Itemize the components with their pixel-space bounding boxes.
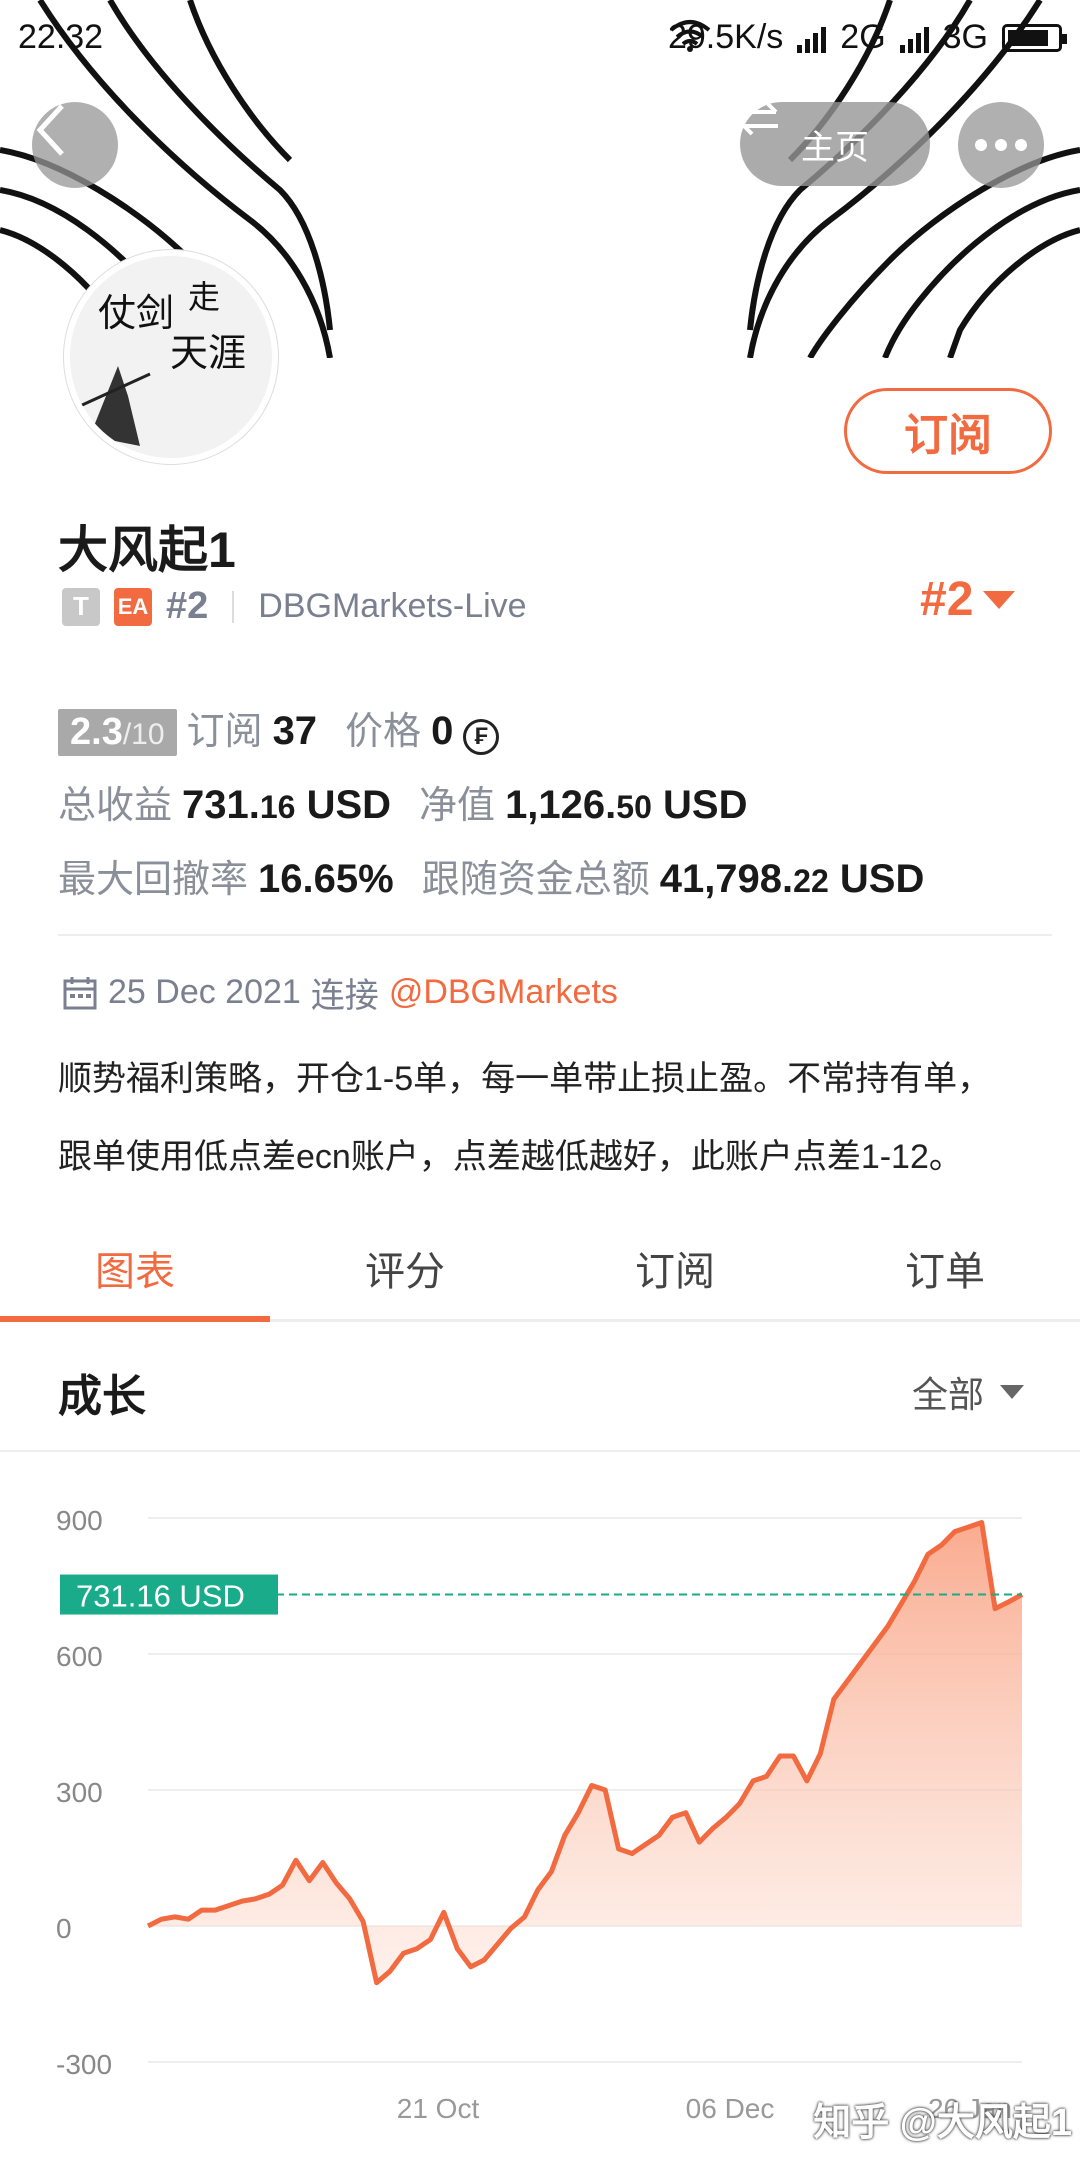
y-tick-label: 600 (56, 1641, 103, 1672)
divider (58, 934, 1052, 936)
swap-arrows-icon (742, 102, 778, 136)
rank-big-label: #2 (920, 573, 974, 626)
total-profit-label: 总收益 (58, 785, 173, 827)
coin-icon: ₣ (463, 719, 500, 755)
back-chevron-icon (36, 104, 64, 156)
range-label: 全部 (911, 1374, 984, 1415)
drawdown-value: 16.65% (258, 857, 394, 901)
growth-chart-svg: 9006003000-300731.16 USD21 Oct 06 Dec 26 J… (56, 1505, 1024, 2124)
equity-value: 1,126.50 USD (505, 783, 748, 827)
home-button[interactable]: 主页 (740, 102, 930, 186)
network-2g: 2G (840, 18, 886, 56)
calendar-icon (63, 976, 97, 1009)
caret-down-icon (983, 590, 1016, 609)
price-value: 0 (431, 709, 454, 753)
current-value-label: 731.16 USD (76, 1579, 245, 1614)
subs-label: 订阅 (186, 711, 263, 753)
svg-text:天涯: 天涯 (170, 331, 246, 375)
divider (232, 590, 235, 623)
signal-icon-2 (899, 23, 929, 53)
equity-label: 净值 (419, 785, 496, 827)
y-tick-label: 900 (56, 1505, 103, 1536)
broker-mention-link[interactable]: @DBGMarkets (389, 973, 618, 1012)
more-dots-icon (975, 139, 987, 151)
wifi-icon (669, 20, 711, 52)
network-3g: 3G (942, 18, 988, 56)
connection-label: 连接 (310, 977, 379, 1015)
status-bar: 22:32 29.5K/s 2G 3G (0, 0, 1080, 72)
tab-rating[interactable]: 评分 (270, 1216, 540, 1319)
tag-ea-badge: EA (114, 587, 152, 626)
stats-row-2: 总收益 731.16 USD 净值 1,126.50 USD (58, 774, 747, 829)
status-icons: 29.5K/s 2G 3G (668, 18, 1067, 57)
y-tick-label: 300 (56, 1777, 103, 1808)
more-button[interactable] (958, 102, 1044, 188)
rank-small: #2 (166, 585, 209, 627)
y-tick-label: -300 (56, 2049, 112, 2080)
watermark: 知乎 @大风起1 (813, 2102, 1072, 2144)
follow-value: 41,798.22 USD (659, 857, 925, 901)
x-tick-label: 21 Oct (397, 2093, 480, 2124)
description-line: 顺势福利策略，开仓1-5单，每一单带止损止盈。不常持有单， (58, 1060, 992, 1098)
x-tick-label: 06 Dec (686, 2093, 775, 2124)
avatar[interactable]: 仗剑 走 天涯 (64, 250, 278, 464)
strategy-description: 顺势福利策略，开仓1-5单，每一单带止损止盈。不常持有单， 跟单使用低点差ecn… (58, 1040, 1048, 1196)
subs-value: 37 (272, 709, 318, 753)
tag-t-badge: T (62, 587, 100, 626)
avatar-image: 仗剑 走 天涯 (70, 256, 272, 458)
section-title: 成长 (58, 1372, 146, 1421)
svg-text:仗剑: 仗剑 (98, 291, 174, 335)
home-label: 主页 (801, 128, 869, 167)
range-dropdown[interactable]: 全部 (912, 1366, 1024, 1418)
tab-chart[interactable]: 图表 (0, 1216, 270, 1322)
connection-row: 25 Dec 2021 连接 @DBGMarkets (62, 968, 618, 1017)
svg-text:走: 走 (188, 278, 220, 316)
follow-label: 跟随资金总额 (421, 859, 650, 901)
trader-name: 大风起1 (58, 522, 236, 578)
series-area (148, 1522, 1022, 1983)
status-time: 22:32 (18, 18, 104, 56)
subscribe-button[interactable]: 订阅 (844, 388, 1052, 474)
battery-icon (1002, 23, 1067, 52)
chevron-down-icon (1000, 1385, 1024, 1399)
growth-section-header: 成长 全部 (0, 1322, 1080, 1452)
total-profit-value: 731.16 USD (182, 783, 392, 827)
signal-icon (797, 23, 827, 53)
tab-orders[interactable]: 订单 (810, 1216, 1080, 1319)
price-label: 价格 (345, 711, 422, 753)
growth-chart: 900 600 300 0 -300 731.16 USD 21 Oct 06 Dec 26 J… (0, 1452, 1080, 2160)
description-line: 跟单使用低点差ecn账户，点差越低越好，此账户点差1-12。 (58, 1138, 963, 1176)
meta-row: T EA #2 DBGMarkets-Live (62, 585, 527, 628)
rank-dropdown[interactable]: #2 (920, 572, 1016, 627)
tab-bar: 图表 评分 订阅 订单 (0, 1216, 1080, 1322)
y-tick-label: 0 (56, 1913, 72, 1944)
drawdown-label: 最大回撤率 (58, 859, 249, 901)
stats-row-3: 最大回撤率 16.65% 跟随资金总额 41,798.22 USD (58, 848, 924, 903)
stats-row-1: 2.3/10 订阅 37 价格 0 ₣ (58, 700, 500, 756)
back-button[interactable] (32, 102, 118, 188)
connection-date: 25 Dec 2021 (108, 973, 301, 1011)
broker-name: DBGMarkets-Live (258, 587, 527, 625)
score-badge: 2.3/10 (58, 709, 177, 756)
tab-subscriptions[interactable]: 订阅 (540, 1216, 810, 1319)
